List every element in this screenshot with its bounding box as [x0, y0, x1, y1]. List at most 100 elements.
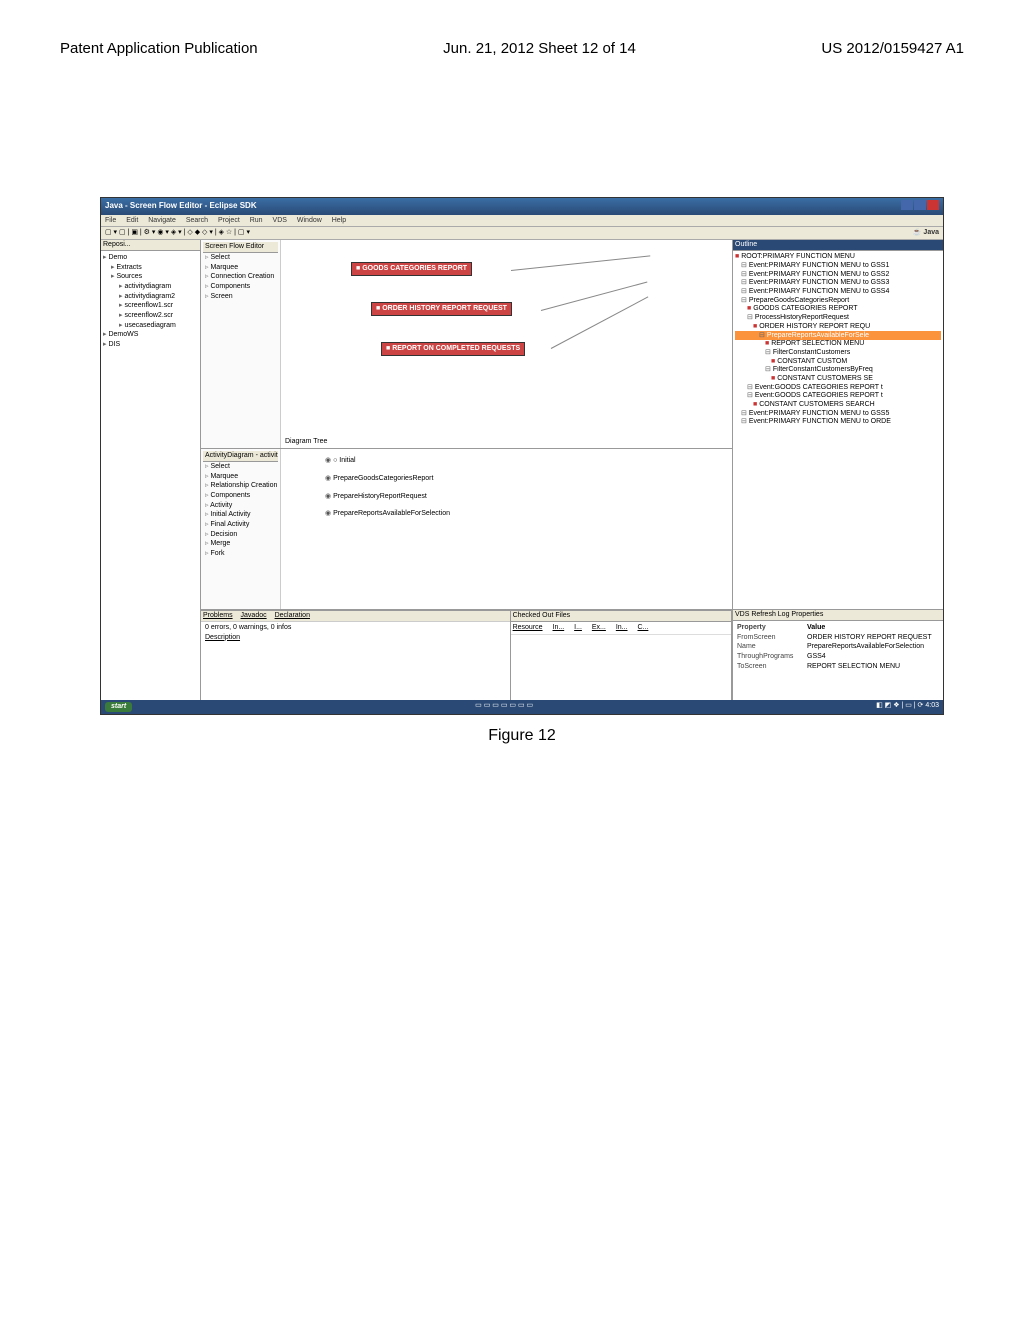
outline-item[interactable]: Event:PRIMARY FUNCTION MENU to GSS1 [735, 262, 941, 271]
problems-view[interactable]: Problems Javadoc Declaration 0 errors, 0… [201, 611, 511, 700]
props-row[interactable]: ThroughProgramsGSS4 [737, 652, 939, 662]
props-row[interactable]: NamePrepareReportsAvailableForSelection [737, 642, 939, 652]
outline-item[interactable]: PrepareGoodsCategoriesReport [735, 296, 941, 305]
palette-item[interactable]: Marquee [203, 263, 278, 273]
tree-item[interactable]: activitydiagram2 [103, 292, 198, 302]
col[interactable]: In... [616, 624, 628, 632]
palette-item[interactable]: Connection Creation [203, 272, 278, 282]
outline-item[interactable]: GOODS CATEGORIES REPORT [735, 305, 941, 314]
outline-item[interactable]: ROOT:PRIMARY FUNCTION MENU [735, 253, 941, 262]
outline-item[interactable]: ProcessHistoryReportRequest [735, 314, 941, 323]
palette-item[interactable]: Merge [203, 539, 278, 549]
properties-tabs[interactable]: VDS Refresh Log Properties [733, 610, 943, 621]
outline-item[interactable]: PrepareReportsAvailableForSele [735, 331, 941, 340]
palette-item[interactable]: Screen [203, 292, 278, 302]
outline-item[interactable]: Event:PRIMARY FUNCTION MENU to GSS3 [735, 279, 941, 288]
tree-item[interactable]: screenflow2.scr [103, 311, 198, 321]
palette-item[interactable]: Select [203, 253, 278, 263]
props-row[interactable]: ToScreenREPORT SELECTION MENU [737, 662, 939, 672]
outline-item[interactable]: Event:PRIMARY FUNCTION MENU to GSS4 [735, 288, 941, 297]
outline-item[interactable]: CONSTANT CUSTOMERS SEARCH [735, 401, 941, 410]
tree-item[interactable]: screenflow1.scr [103, 301, 198, 311]
toolbar[interactable]: ▢ ▾ ▢ | ▣ | ⚙ ▾ ◉ ▾ ◈ ▾ | ◇ ◆ ◇ ▾ | ◈ ☆ … [101, 227, 943, 240]
start-button[interactable]: start [105, 702, 132, 712]
close-icon[interactable] [927, 200, 939, 210]
outline-item[interactable]: REPORT SELECTION MENU [735, 340, 941, 349]
palette-2[interactable]: ActivityDiagram - activitydiagram2.activ… [201, 449, 281, 609]
flow-node[interactable]: GOODS CATEGORIES REPORT [351, 262, 472, 276]
outline-tab[interactable]: Outline [733, 240, 943, 251]
menu-navigate[interactable]: Navigate [148, 217, 176, 224]
outline-item[interactable]: Event:PRIMARY FUNCTION MENU to GSS5 [735, 409, 941, 418]
windows-taskbar[interactable]: start ▭ ▭ ▭ ▭ ▭ ▭ ▭ ◧ ◩ ❖ | ▭ | ⟳ 4:03 [101, 700, 943, 714]
palette-item[interactable]: Initial Activity [203, 510, 278, 520]
problems-col[interactable]: Description [205, 634, 506, 642]
outline-item[interactable]: FilterConstantCustomers [735, 348, 941, 357]
tree-item[interactable]: usecasediagram [103, 321, 198, 331]
flow-node[interactable]: REPORT ON COMPLETED REQUESTS [381, 342, 525, 356]
maximize-icon[interactable] [914, 200, 926, 210]
perspective-switcher[interactable]: ☕ Java [913, 229, 939, 237]
checked-out-cols[interactable]: Resource In... I... Ex... In... C... [511, 622, 731, 635]
tree-item[interactable]: Demo [103, 253, 198, 263]
palette-item[interactable]: Decision [203, 530, 278, 540]
tree-item[interactable]: activitydiagram [103, 282, 198, 292]
outline-item[interactable]: FilterConstantCustomersByFreq [735, 366, 941, 375]
palette-item[interactable]: Components [203, 282, 278, 292]
col[interactable]: I... [574, 624, 582, 632]
activity-node[interactable]: PrepareHistoryReportRequest [325, 493, 728, 501]
javadoc-tab[interactable]: Javadoc [241, 612, 267, 619]
tree-item[interactable]: Sources [103, 272, 198, 282]
outline-item[interactable]: Event:PRIMARY FUNCTION MENU to ORDE [735, 418, 941, 427]
outline-item[interactable]: Event:GOODS CATEGORIES REPORT t [735, 383, 941, 392]
checked-out-view[interactable]: Checked Out Files Resource In... I... Ex… [511, 611, 732, 700]
palette-item[interactable]: Marquee [203, 472, 278, 482]
outline-item[interactable]: CONSTANT CUSTOM [735, 357, 941, 366]
col[interactable]: In... [553, 624, 565, 632]
outline-tree[interactable]: ROOT:PRIMARY FUNCTION MENUEvent:PRIMARY … [733, 251, 943, 429]
flow-node[interactable]: ORDER HISTORY REPORT REQUEST [371, 302, 512, 316]
menu-vds[interactable]: VDS [273, 217, 287, 224]
properties-view[interactable]: VDS Refresh Log Properties Property Valu… [733, 610, 943, 700]
editor1-tab[interactable]: Screen Flow Editor [203, 242, 278, 253]
activity-node[interactable]: PrepareReportsAvailableForSelection [325, 510, 728, 518]
palette-item[interactable]: Relationship Creation [203, 481, 278, 491]
outline-item[interactable]: Event:GOODS CATEGORIES REPORT t [735, 392, 941, 401]
col[interactable]: Resource [513, 624, 543, 632]
menu-run[interactable]: Run [250, 217, 263, 224]
minimize-icon[interactable] [901, 200, 913, 210]
palette-item[interactable]: Fork [203, 549, 278, 559]
activity-canvas[interactable]: ○ Initial PrepareGoodsCategoriesReport P… [281, 449, 732, 609]
tree-item[interactable]: Extracts [103, 263, 198, 273]
tree-item[interactable]: DIS [103, 340, 198, 350]
outline-view[interactable]: Outline ROOT:PRIMARY FUNCTION MENUEvent:… [733, 240, 943, 610]
system-tray[interactable]: ◧ ◩ ❖ | ▭ | ⟳ 4:03 [876, 702, 939, 712]
outline-item[interactable]: ORDER HISTORY REPORT REQU [735, 322, 941, 331]
initial-node[interactable]: ○ Initial [325, 457, 728, 465]
screen-flow-canvas[interactable]: GOODS CATEGORIES REPORT ORDER HISTORY RE… [281, 240, 732, 448]
problems-tab[interactable]: Problems [203, 612, 233, 619]
taskbar-apps[interactable]: ▭ ▭ ▭ ▭ ▭ ▭ ▭ [475, 702, 533, 712]
menu-project[interactable]: Project [218, 217, 240, 224]
outline-item[interactable]: CONSTANT CUSTOMERS SE [735, 374, 941, 383]
menu-window[interactable]: Window [297, 217, 322, 224]
activity-node[interactable]: PrepareGoodsCategoriesReport [325, 475, 728, 483]
menu-help[interactable]: Help [332, 217, 346, 224]
problems-tabs[interactable]: Problems Javadoc Declaration [201, 611, 510, 622]
explorer-tab[interactable]: Reposi... [101, 240, 200, 251]
toolbar-icons[interactable]: ▢ ▾ ▢ | ▣ | ⚙ ▾ ◉ ▾ ◈ ▾ | ◇ ◆ ◇ ▾ | ◈ ☆ … [105, 229, 250, 237]
palette-item[interactable]: Select [203, 462, 278, 472]
tree-item[interactable]: DemoWS [103, 330, 198, 340]
declaration-tab[interactable]: Declaration [275, 612, 310, 619]
diagram-tree-tabs[interactable]: Diagram Tree [285, 438, 327, 446]
menubar[interactable]: File Edit Navigate Search Project Run VD… [101, 215, 943, 228]
palette-item[interactable]: Final Activity [203, 520, 278, 530]
palette-item[interactable]: Activity [203, 501, 278, 511]
window-buttons[interactable] [900, 200, 939, 213]
palette-1[interactable]: Screen Flow Editor Select Marquee Connec… [201, 240, 281, 448]
props-row[interactable]: FromScreenORDER HISTORY REPORT REQUEST [737, 633, 939, 643]
explorer-tree[interactable]: Demo Extracts Sources activitydiagram ac… [101, 251, 200, 352]
menu-file[interactable]: File [105, 217, 116, 224]
col[interactable]: Ex... [592, 624, 606, 632]
menu-search[interactable]: Search [186, 217, 208, 224]
